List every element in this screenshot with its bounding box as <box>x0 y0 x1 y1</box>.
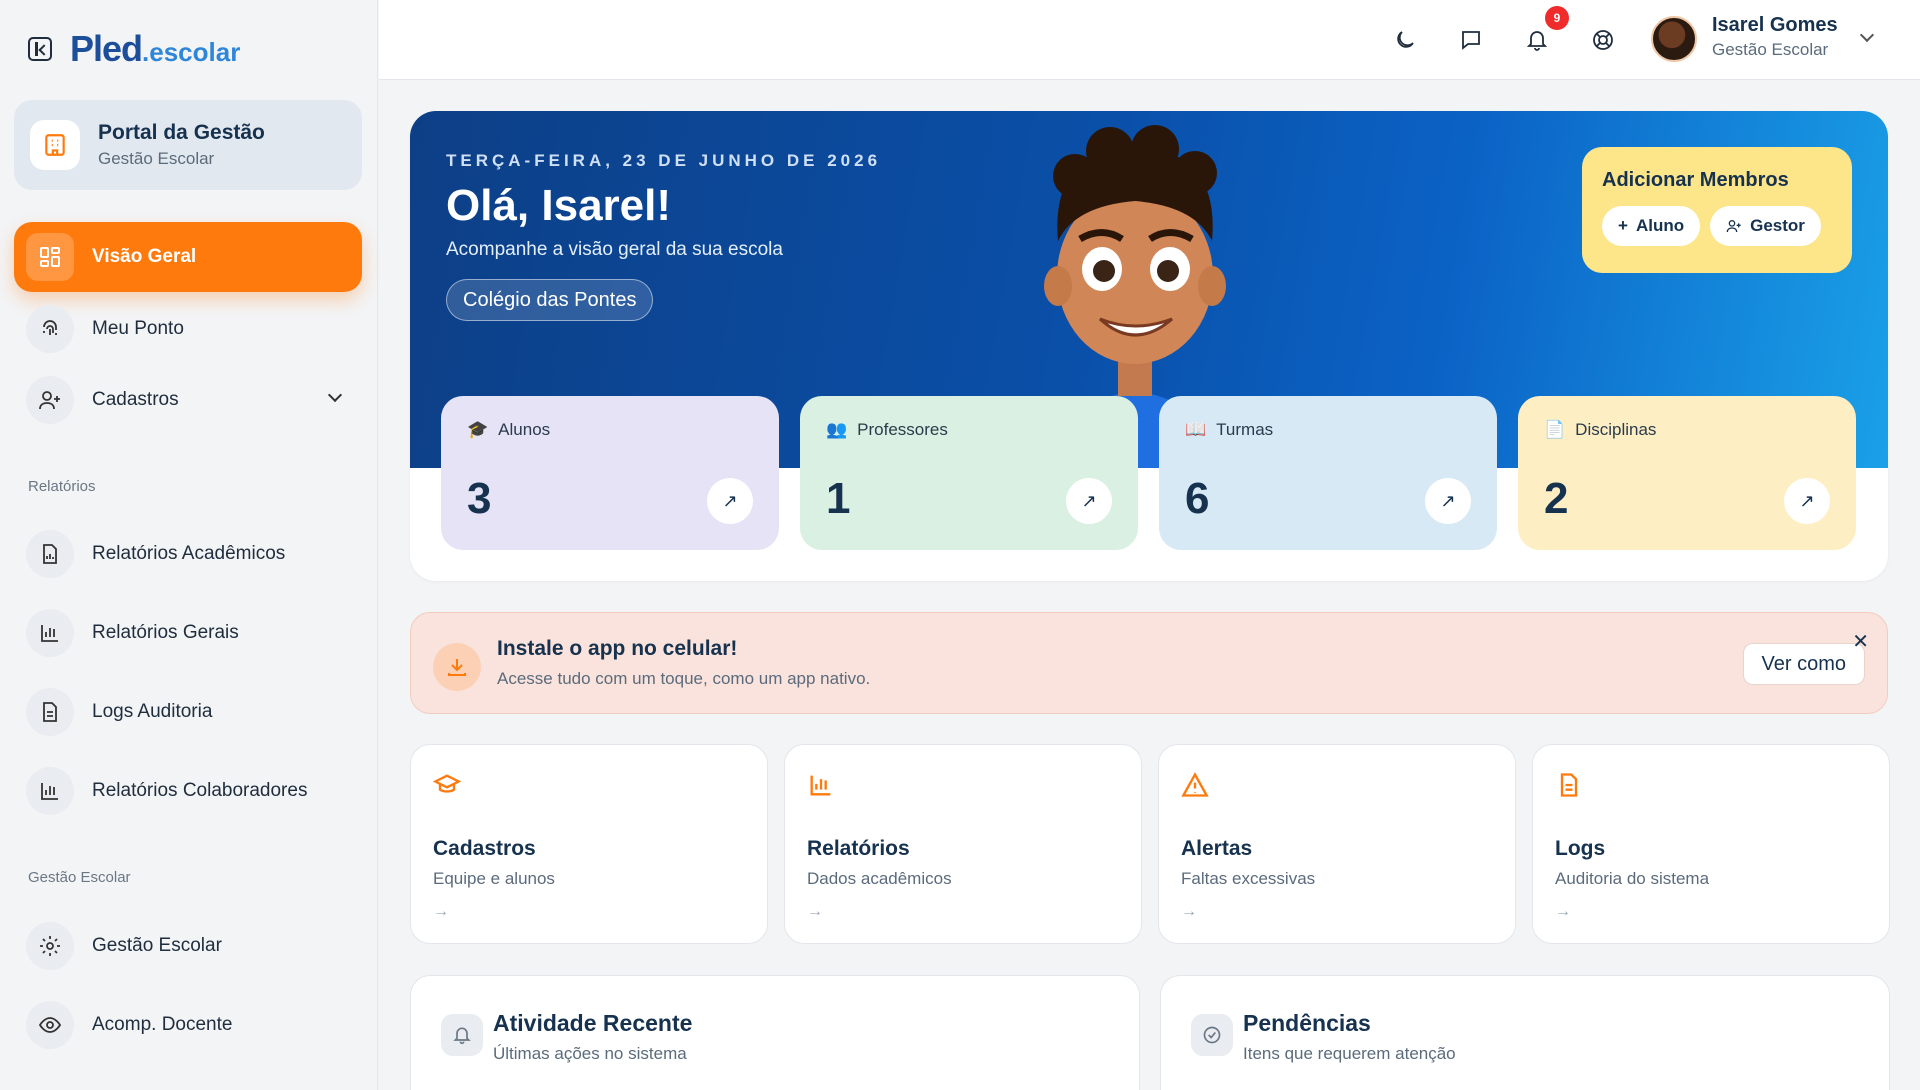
school-pill[interactable]: Colégio das Pontes <box>446 279 654 321</box>
nav-item-label: Relatórios Gerais <box>92 622 239 643</box>
nav-item-label: Cadastros <box>92 389 179 410</box>
logo-row: Pled.escolar <box>28 28 240 70</box>
hero-date: TERÇA-FEIRA, 23 DE JUNHO DE 2026 <box>446 151 882 170</box>
nav-item-logs-auditoria[interactable]: Logs Auditoria <box>14 677 362 747</box>
users-icon: 👥 <box>826 420 848 439</box>
book-icon: 📖 <box>1185 420 1207 439</box>
building-icon <box>30 120 80 170</box>
nav-item-label: Gestão Escolar <box>92 935 222 956</box>
user-plus-icon <box>1726 220 1741 233</box>
check-circle-icon <box>1191 1014 1233 1056</box>
arrow-right-icon: → <box>1555 903 1571 920</box>
ver-como-button[interactable]: Ver como <box>1742 643 1865 685</box>
close-icon[interactable]: ✕ <box>1852 629 1869 654</box>
arrow-up-right-icon[interactable]: ↗ <box>1784 478 1830 524</box>
sidebar-collapse-icon[interactable] <box>28 37 52 61</box>
arrow-up-right-icon[interactable]: ↗ <box>1066 478 1112 524</box>
stat-value: 3 <box>467 474 492 523</box>
graduation-cap-icon <box>432 771 745 799</box>
bell-icon <box>441 1014 483 1056</box>
stat-card-alunos[interactable]: 🎓 Alunos 3 ↗ <box>441 396 779 550</box>
arrow-right-icon: → <box>433 903 449 920</box>
notification-badge: 9 <box>1545 6 1569 30</box>
logo[interactable]: Pled.escolar <box>70 28 240 70</box>
bar-chart-icon <box>26 609 74 657</box>
nav-item-relatorios-colaboradores[interactable]: Relatórios Colaboradores <box>14 756 362 826</box>
nav-item-label: Relatórios Acadêmicos <box>92 543 286 564</box>
file-text-icon <box>1555 771 1867 799</box>
fingerprint-icon <box>26 305 74 353</box>
chevron-down-icon <box>327 387 343 403</box>
help-circle-icon[interactable] <box>1589 26 1617 54</box>
panel-title: Atividade Recente <box>493 1010 693 1036</box>
sidebar: Pled.escolar Portal da Gestão Gestão Esc… <box>0 0 378 1090</box>
warning-icon <box>1181 771 1493 799</box>
hero-card: TERÇA-FEIRA, 23 DE JUNHO DE 2026 Olá, Is… <box>410 111 1888 581</box>
download-icon <box>433 643 481 691</box>
stat-card-turmas[interactable]: 📖 Turmas 6 ↗ <box>1159 396 1497 550</box>
user-plus-icon <box>26 376 74 424</box>
document-icon: 📄 <box>1544 420 1566 439</box>
stat-value: 2 <box>1544 474 1569 523</box>
panel-title: Pendências <box>1243 1010 1371 1036</box>
arrow-right-icon: → <box>807 903 823 920</box>
dashboard-grid-icon <box>26 233 74 281</box>
install-subtitle: Acesse tudo com um toque, como um app na… <box>497 669 871 688</box>
recent-activity-panel: Atividade Recente Últimas ações no siste… <box>410 975 1140 1090</box>
nav-item-label: Visão Geral <box>92 246 197 267</box>
file-text-icon <box>26 688 74 736</box>
graduation-cap-icon: 🎓 <box>467 420 489 439</box>
gear-icon <box>26 922 74 970</box>
user-role: Gestão Escolar <box>1712 40 1829 59</box>
stat-value: 6 <box>1185 474 1210 523</box>
arrow-up-right-icon[interactable]: ↗ <box>707 478 753 524</box>
stat-value: 1 <box>826 474 851 523</box>
install-title: Instale o app no celular! <box>497 637 738 660</box>
nav-item-label: Relatórios Colaboradores <box>92 780 308 801</box>
pendencias-panel: Pendências Itens que requerem atenção <box>1160 975 1890 1090</box>
moon-icon[interactable] <box>1391 26 1419 54</box>
nav-item-relatorios-academicos[interactable]: Relatórios Acadêmicos <box>14 519 362 589</box>
nav-item-cadastros[interactable]: Cadastros <box>14 365 362 435</box>
hero-subtitle: Acompanhe a visão geral da sua escola <box>446 239 783 260</box>
nav-item-meu-ponto[interactable]: Meu Ponto <box>14 294 362 364</box>
nav-item-label: Logs Auditoria <box>92 701 213 722</box>
message-icon[interactable] <box>1457 26 1485 54</box>
avatar[interactable] <box>1651 16 1697 62</box>
file-chart-icon <box>26 530 74 578</box>
nav-item-relatorios-gerais[interactable]: Relatórios Gerais <box>14 598 362 668</box>
portal-subtitle: Gestão Escolar <box>98 149 215 168</box>
bar-chart-icon <box>807 771 1119 799</box>
quick-card-cadastros[interactable]: Cadastros Equipe e alunos → <box>410 744 768 944</box>
quick-card-logs[interactable]: Logs Auditoria do sistema → <box>1532 744 1890 944</box>
section-label-reports: Relatórios <box>28 478 96 495</box>
add-members-card: Adicionar Membros + Aluno Gestor <box>1582 147 1852 273</box>
bell-icon[interactable] <box>1523 26 1551 54</box>
portal-title: Portal da Gestão <box>98 121 265 144</box>
user-name[interactable]: Isarel Gomes <box>1712 14 1838 37</box>
bar-chart-icon <box>26 767 74 815</box>
arrow-up-right-icon[interactable]: ↗ <box>1425 478 1471 524</box>
install-app-banner: Instale o app no celular! Acesse tudo co… <box>410 612 1888 714</box>
portal-card[interactable]: Portal da Gestão Gestão Escolar <box>14 100 362 190</box>
eye-icon <box>26 1001 74 1049</box>
plus-icon: + <box>1618 216 1628 235</box>
quick-card-relatorios[interactable]: Relatórios Dados acadêmicos → <box>784 744 1142 944</box>
arrow-right-icon: → <box>1181 903 1197 920</box>
nav-item-visao-geral[interactable]: Visão Geral <box>14 222 362 292</box>
nav-item-label: Meu Ponto <box>92 318 184 339</box>
stat-card-disciplinas[interactable]: 📄 Disciplinas 2 ↗ <box>1518 396 1856 550</box>
nav-item-gestao-escolar[interactable]: Gestão Escolar <box>14 911 362 981</box>
section-label-management: Gestão Escolar <box>28 869 131 886</box>
quick-card-alertas[interactable]: Alertas Faltas excessivas → <box>1158 744 1516 944</box>
panel-subtitle: Itens que requerem atenção <box>1243 1044 1456 1063</box>
add-student-button[interactable]: + Aluno <box>1602 206 1701 246</box>
nav-item-label: Acomp. Docente <box>92 1014 233 1035</box>
add-members-title: Adicionar Membros <box>1602 169 1789 191</box>
add-manager-button[interactable]: Gestor <box>1710 206 1821 246</box>
stat-card-professores[interactable]: 👥 Professores 1 ↗ <box>800 396 1138 550</box>
panel-subtitle: Últimas ações no sistema <box>493 1044 687 1063</box>
nav-item-acomp-docente[interactable]: Acomp. Docente <box>14 990 362 1060</box>
hero-greeting: Olá, Isarel! <box>446 181 672 230</box>
